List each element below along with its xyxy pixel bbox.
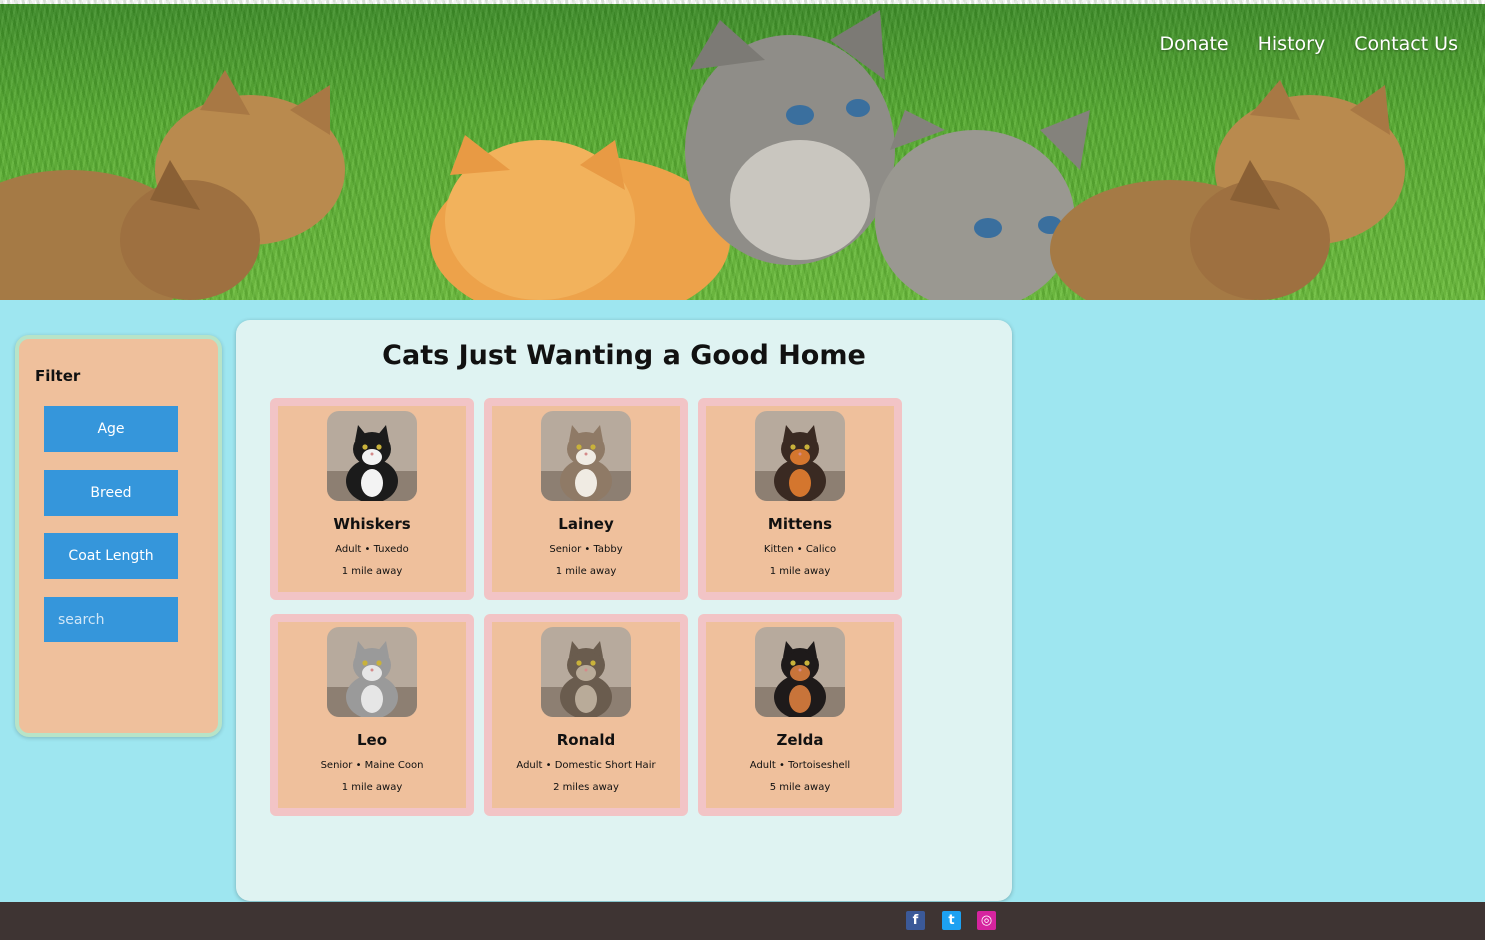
cat-name: Leo (356, 731, 388, 749)
coat-length-filter-button[interactable]: Coat Length (44, 533, 178, 579)
nav-donate[interactable]: Donate (1160, 33, 1229, 55)
breed-filter-button[interactable]: Breed (44, 470, 178, 516)
filter-title: Filter (35, 367, 81, 385)
twitter-icon[interactable]: t (942, 911, 961, 930)
cat-name: Lainey (558, 515, 614, 533)
cats-panel: Cats Just Wanting a Good Home Whiskers A… (236, 320, 1012, 901)
top-nav: Donate History Contact Us (1160, 33, 1458, 55)
cat-photo (755, 627, 845, 717)
cat-distance: 1 mile away (341, 566, 403, 577)
cat-card-leo[interactable]: Leo Senior • Maine Coon 1 mile away (270, 614, 474, 816)
cat-distance: 1 mile away (769, 566, 831, 577)
cat-description: Adult • Domestic Short Hair (516, 760, 656, 771)
cat-description: Adult • Tuxedo (335, 544, 409, 555)
cat-distance: 5 mile away (769, 782, 831, 793)
cat-name: Mittens (767, 515, 833, 533)
cat-name: Whiskers (333, 515, 411, 533)
cat-distance: 1 mile away (555, 566, 617, 577)
cat-description: Adult • Tortoiseshell (749, 760, 851, 771)
cat-card-lainey[interactable]: Lainey Senior • Tabby 1 mile away (484, 398, 688, 600)
cat-card-ronald[interactable]: Ronald Adult • Domestic Short Hair 2 mil… (484, 614, 688, 816)
cat-photo (327, 627, 417, 717)
cat-name: Ronald (556, 731, 616, 749)
cat-distance: 2 miles away (553, 782, 619, 793)
cat-photo (327, 411, 417, 501)
cat-photo (541, 411, 631, 501)
hero-banner: Donate History Contact Us (0, 0, 1485, 300)
nav-contact-us[interactable]: Contact Us (1354, 33, 1458, 55)
cat-photo (541, 627, 631, 717)
cat-distance: 1 mile away (341, 782, 403, 793)
cat-description: Senior • Maine Coon (320, 760, 424, 771)
cat-card-whiskers[interactable]: Whiskers Adult • Tuxedo 1 mile away (270, 398, 474, 600)
page-title: Cats Just Wanting a Good Home (382, 340, 866, 371)
footer: f t ◎ (0, 902, 1485, 940)
cat-card-zelda[interactable]: Zelda Adult • Tortoiseshell 5 mile away (698, 614, 902, 816)
cat-name: Zelda (776, 731, 824, 749)
cat-description: Kitten • Calico (763, 544, 837, 555)
filter-sidebar: Filter Age Breed Coat Length (15, 335, 222, 737)
search-input[interactable] (44, 597, 178, 642)
cat-photo (755, 411, 845, 501)
cat-description: Senior • Tabby (549, 544, 623, 555)
facebook-icon[interactable]: f (906, 911, 925, 930)
age-filter-button[interactable]: Age (44, 406, 178, 452)
nav-history[interactable]: History (1258, 33, 1326, 55)
cat-card-mittens[interactable]: Mittens Kitten • Calico 1 mile away (698, 398, 902, 600)
instagram-icon[interactable]: ◎ (977, 911, 996, 930)
